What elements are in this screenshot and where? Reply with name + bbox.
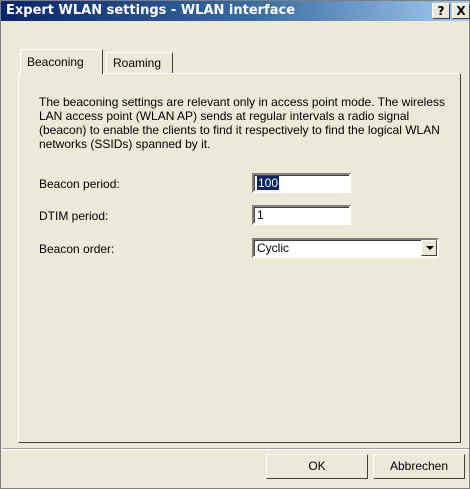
- close-button[interactable]: X: [452, 3, 470, 19]
- beaconing-description: The beaconing settings are relevant only…: [39, 95, 446, 151]
- divider: [3, 448, 469, 450]
- dialog-window: Expert WLAN settings - WLAN interface ? …: [0, 0, 470, 489]
- beacon-period-label: Beacon period:: [39, 177, 120, 191]
- dtim-period-label: DTIM period:: [39, 209, 109, 223]
- beacon-order-label: Beacon order:: [39, 242, 115, 256]
- beacon-period-input[interactable]: 100: [252, 173, 351, 193]
- dropdown-arrow-icon[interactable]: [421, 240, 437, 256]
- beacon-period-value: 100: [257, 176, 280, 190]
- beacon-order-value: Cyclic: [257, 241, 289, 255]
- dtim-period-input[interactable]: 1: [252, 205, 351, 225]
- tab-roaming[interactable]: Roaming: [106, 52, 173, 73]
- window-title: Expert WLAN settings - WLAN interface: [6, 3, 296, 18]
- tab-beaconing[interactable]: Beaconing: [20, 49, 103, 74]
- cancel-button[interactable]: Abbrechen: [373, 454, 465, 479]
- ok-button[interactable]: OK: [266, 454, 368, 479]
- dtim-period-value: 1: [257, 208, 264, 222]
- title-bar: Expert WLAN settings - WLAN interface ? …: [1, 1, 470, 21]
- beacon-order-select[interactable]: Cyclic: [252, 238, 439, 258]
- help-button[interactable]: ?: [432, 3, 450, 19]
